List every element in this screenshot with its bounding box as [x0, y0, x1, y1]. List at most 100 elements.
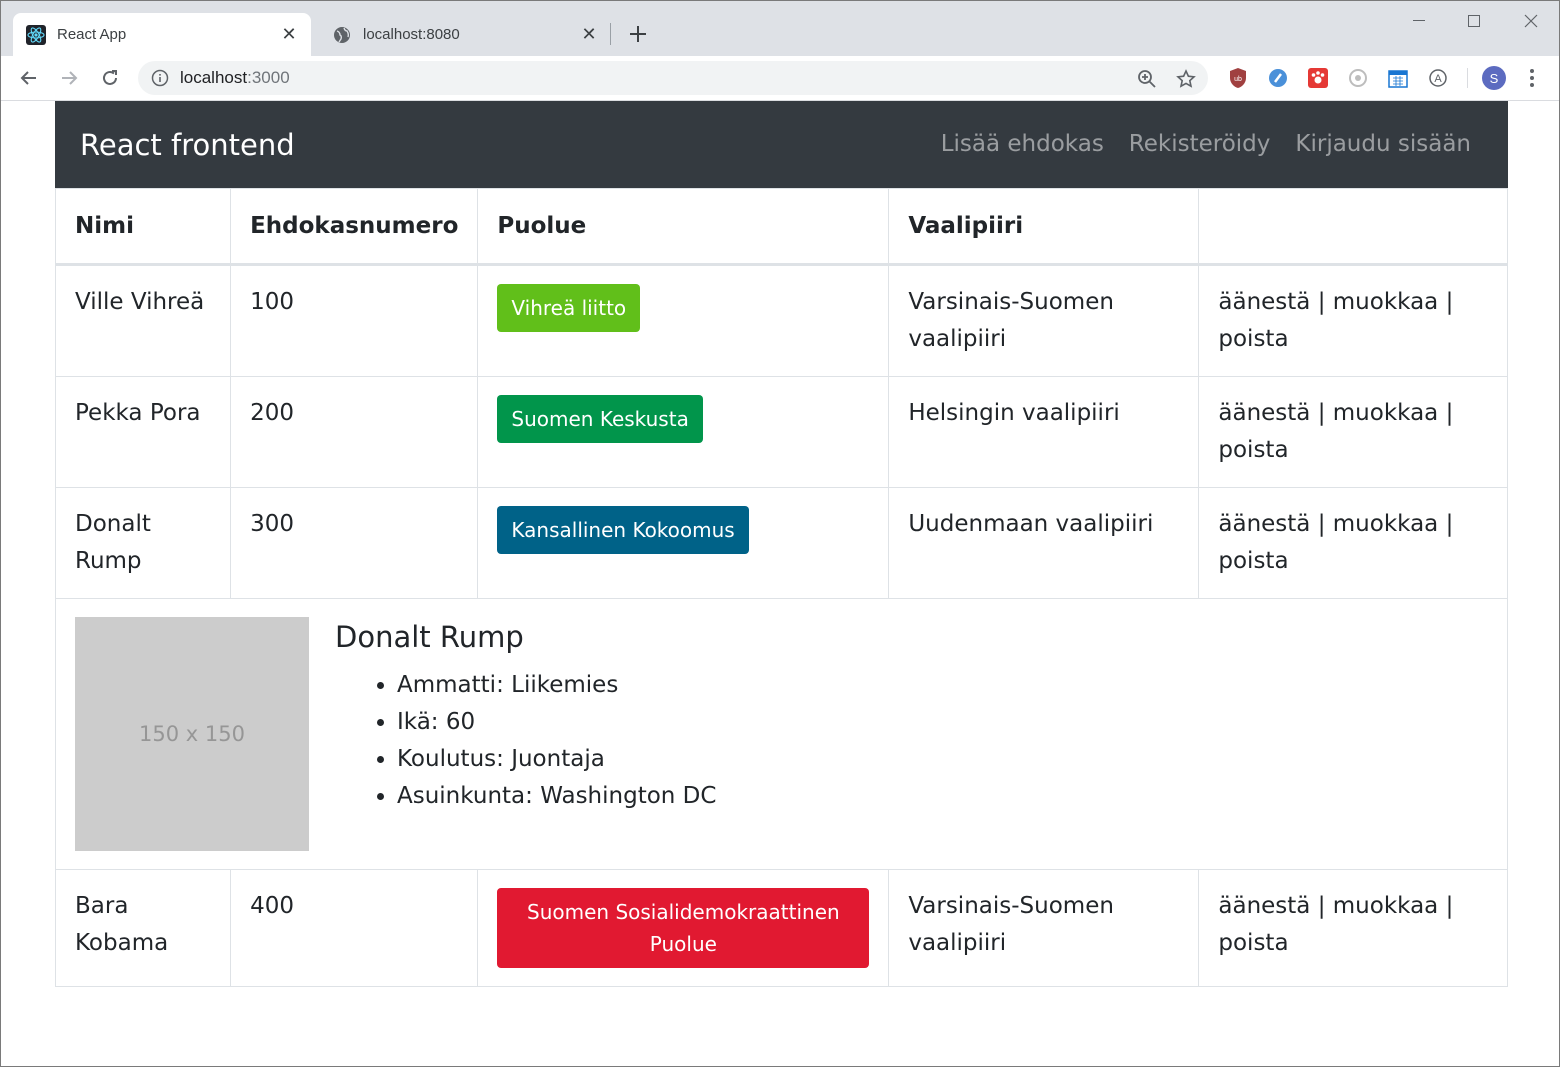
column-header-number: Ehdokasnumero	[230, 188, 479, 266]
page-viewport: React frontend Lisää ehdokas Rekisteröid…	[1, 101, 1559, 1066]
ublock-icon[interactable]: ub	[1227, 67, 1249, 89]
column-header-party: Puolue	[477, 188, 890, 266]
table-row: Pekka Pora 200 Suomen Keskusta Helsingin…	[54, 376, 1508, 488]
back-icon[interactable]	[15, 64, 43, 92]
extension-edit-icon[interactable]	[1267, 67, 1289, 89]
party-badge[interactable]: Suomen Sosialidemokraattinen Puolue	[497, 888, 870, 968]
browser-toolbar: localhost:3000 ub A S	[1, 56, 1559, 101]
cell-actions: äänestä | muokkaa | poista	[1198, 487, 1508, 599]
vote-link[interactable]: äänestä	[1218, 400, 1310, 426]
cell-number: 200	[230, 376, 479, 488]
edit-link[interactable]: muokkaa	[1333, 893, 1438, 919]
list-item: Koulutus: Juontaja	[397, 741, 716, 778]
action-separator: |	[1438, 400, 1454, 426]
tab-strip: React App ✕ localhost:8080 ✕	[1, 1, 1559, 56]
column-header-actions	[1198, 188, 1508, 266]
party-badge[interactable]: Suomen Keskusta	[497, 395, 703, 443]
delete-link[interactable]: poista	[1218, 437, 1288, 463]
action-separator: |	[1310, 893, 1333, 919]
navbar-brand[interactable]: React frontend	[80, 128, 295, 162]
maximize-icon[interactable]	[1451, 7, 1497, 35]
action-separator: |	[1438, 893, 1454, 919]
candidate-detail-cell: 150 x 150 Donalt Rump Ammatti: Liikemies…	[55, 598, 1508, 870]
cell-name: Pekka Pora	[54, 376, 232, 488]
toolbar-divider	[1467, 68, 1468, 88]
action-separator: |	[1438, 511, 1454, 537]
calendar-icon[interactable]	[1387, 67, 1409, 89]
close-window-icon[interactable]	[1508, 7, 1554, 35]
candidate-detail-list: Ammatti: Liikemies Ikä: 60 Koulutus: Juo…	[335, 667, 716, 815]
close-tab-icon[interactable]: ✕	[577, 23, 601, 47]
extension-circle-icon[interactable]	[1347, 67, 1369, 89]
info-icon[interactable]	[151, 69, 169, 87]
cell-party: Kansallinen Kokoomus	[477, 487, 890, 599]
tab-react-app[interactable]: React App ✕	[13, 13, 311, 56]
cell-number: 100	[230, 264, 479, 377]
party-badge[interactable]: Kansallinen Kokoomus	[497, 506, 749, 554]
edit-link[interactable]: muokkaa	[1333, 289, 1438, 315]
url-text: localhost:3000	[180, 68, 290, 88]
cell-party: Vihreä liitto	[477, 264, 890, 377]
column-header-district: Vaalipiiri	[888, 188, 1200, 266]
table-row: Bara Kobama 400 Suomen Sosialidemokraatt…	[54, 869, 1508, 987]
cell-name: Bara Kobama	[54, 869, 232, 987]
cell-actions: äänestä | muokkaa | poista	[1198, 376, 1508, 488]
candidate-photo-placeholder: 150 x 150	[75, 617, 309, 851]
cell-number: 400	[230, 869, 479, 987]
list-item: Ammatti: Liikemies	[397, 667, 716, 704]
bookmark-star-icon[interactable]	[1176, 69, 1196, 89]
delete-link[interactable]: poista	[1218, 930, 1288, 956]
svg-text:A: A	[1434, 73, 1442, 85]
action-separator: |	[1310, 289, 1333, 315]
column-header-name: Nimi	[54, 188, 232, 266]
delete-link[interactable]: poista	[1218, 548, 1288, 574]
tab-title: React App	[57, 26, 127, 43]
extension-paw-icon[interactable]	[1307, 67, 1329, 89]
profile-avatar[interactable]: S	[1482, 66, 1506, 90]
browser-window: React App ✕ localhost:8080 ✕ localhost:3…	[0, 0, 1560, 1067]
cell-party: Suomen Sosialidemokraattinen Puolue	[477, 869, 890, 987]
list-item: Asuinkunta: Washington DC	[397, 778, 716, 815]
url-host: localhost	[180, 68, 248, 87]
candidate-detail-name: Donalt Rump	[335, 620, 524, 654]
forward-icon[interactable]	[55, 64, 83, 92]
edit-link[interactable]: muokkaa	[1333, 511, 1438, 537]
candidates-table: Nimi Ehdokasnumero Puolue Vaalipiiri Vil…	[54, 188, 1508, 987]
vote-link[interactable]: äänestä	[1218, 893, 1310, 919]
tab-localhost-8080[interactable]: localhost:8080 ✕	[319, 13, 611, 56]
tab-title: localhost:8080	[363, 26, 460, 43]
edit-link[interactable]: muokkaa	[1333, 400, 1438, 426]
address-bar[interactable]: localhost:3000	[138, 61, 1208, 95]
zoom-icon[interactable]	[1137, 69, 1157, 89]
extension-a-icon[interactable]: A	[1427, 67, 1449, 89]
action-separator: |	[1310, 400, 1333, 426]
svg-text:ub: ub	[1234, 76, 1242, 83]
nav-link-login[interactable]: Kirjaudu sisään	[1295, 131, 1471, 157]
minimize-icon[interactable]	[1396, 7, 1442, 35]
reload-icon[interactable]	[96, 64, 124, 92]
cell-name: Ville Vihreä	[54, 264, 232, 377]
table-row[interactable]: Donalt Rump 300 Kansallinen Kokoomus Uud…	[54, 487, 1508, 599]
vote-link[interactable]: äänestä	[1218, 289, 1310, 315]
candidate-detail-row: 150 x 150 Donalt Rump Ammatti: Liikemies…	[55, 598, 1508, 870]
react-icon	[26, 24, 46, 45]
delete-link[interactable]: poista	[1218, 326, 1288, 352]
table-header-row: Nimi Ehdokasnumero Puolue Vaalipiiri	[54, 188, 1508, 266]
cell-number: 300	[230, 487, 479, 599]
nav-link-add-candidate[interactable]: Lisää ehdokas	[941, 131, 1104, 157]
cell-actions: äänestä | muokkaa | poista	[1198, 264, 1508, 377]
tab-divider	[610, 23, 611, 45]
cell-district: Varsinais-Suomen vaalipiiri	[888, 869, 1200, 987]
cell-name: Donalt Rump	[54, 487, 232, 599]
party-badge[interactable]: Vihreä liitto	[497, 284, 641, 332]
action-separator: |	[1438, 289, 1454, 315]
new-tab-button[interactable]	[625, 21, 651, 47]
menu-dots-icon[interactable]	[1522, 66, 1542, 90]
navbar: React frontend Lisää ehdokas Rekisteröid…	[55, 101, 1508, 188]
vote-link[interactable]: äänestä	[1218, 511, 1310, 537]
navbar-links: Lisää ehdokas Rekisteröidy Kirjaudu sisä…	[941, 131, 1471, 157]
close-tab-icon[interactable]: ✕	[277, 23, 301, 47]
cell-party: Suomen Keskusta	[477, 376, 890, 488]
candidate-detail: 150 x 150 Donalt Rump Ammatti: Liikemies…	[75, 617, 1488, 851]
nav-link-register[interactable]: Rekisteröidy	[1129, 131, 1271, 157]
